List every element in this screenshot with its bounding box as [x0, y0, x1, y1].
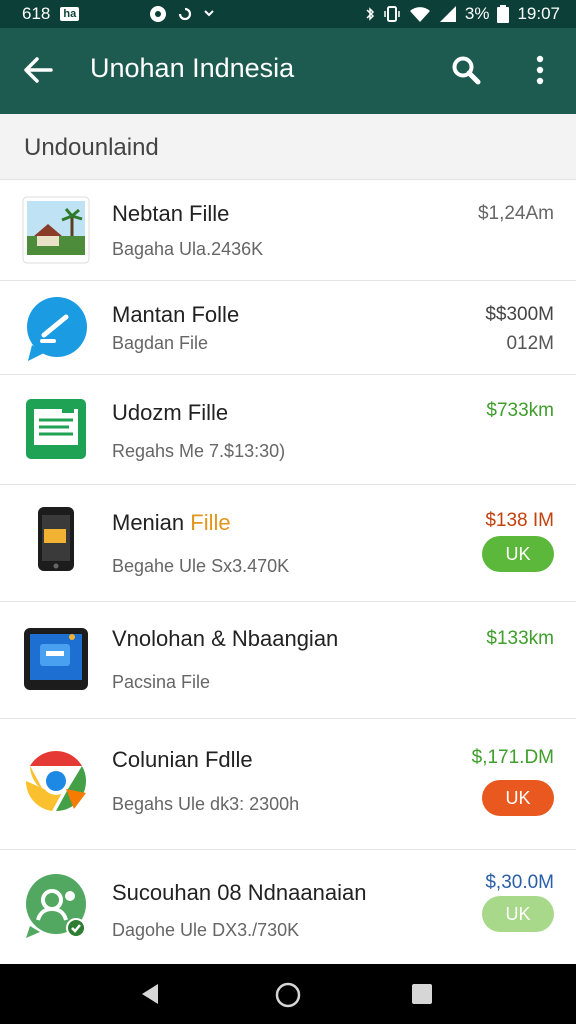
item-subtitle: Dagohe Ule DX3./730K — [112, 920, 300, 940]
item-subtitle: Begahe Ule Sx3.470K — [112, 556, 290, 576]
status-bar: 618 ha 3% 19:07 — [0, 0, 576, 28]
list-item[interactable]: Udozm Fille Regahs Me 7.$13:30) $733km — [0, 375, 576, 485]
item-price: $1,24Am — [477, 203, 554, 224]
tablet-icon — [24, 628, 88, 690]
people-chat-icon — [26, 874, 86, 938]
list-item[interactable]: Sucouhan 08 Ndnaanaian Dagohe Ule DX3./7… — [0, 850, 576, 964]
battery-icon — [497, 5, 510, 23]
item-price: $$300M — [485, 304, 554, 325]
triangle-back-icon — [142, 984, 158, 1004]
clock: 19:07 — [517, 4, 560, 23]
nav-back-button[interactable] — [138, 982, 162, 1011]
signal-icon — [439, 6, 456, 22]
list-item[interactable]: Vnolohan & Nbaangian Pacsina File $133km — [0, 602, 576, 719]
more-vertical-icon — [536, 55, 544, 85]
search-button[interactable] — [446, 50, 486, 90]
section-header: Undounlaind — [0, 114, 576, 180]
item-title: Vnolohan & Nbaangian — [112, 626, 339, 651]
wifi-icon — [409, 7, 430, 22]
battery-percent: 3% — [464, 4, 490, 23]
status-badge: ha — [60, 7, 80, 21]
item-price: $138 IM — [485, 510, 554, 531]
chat-bubble-icon — [27, 297, 87, 361]
nav-recents-button[interactable] — [411, 983, 433, 1010]
status-right: 3% 19:07 — [365, 4, 560, 24]
item-title: Menian Fille — [112, 510, 231, 536]
overflow-menu-button[interactable] — [520, 50, 560, 90]
status-left: 618 ha — [22, 4, 215, 24]
navigation-bar — [0, 964, 576, 1024]
status-pill[interactable]: UK — [482, 780, 554, 816]
item-subtitle: Begahs Ule dk3: 2300h — [112, 794, 300, 814]
sync-icon — [179, 7, 192, 21]
document-icon — [26, 399, 86, 459]
bluetooth-icon — [366, 7, 374, 21]
back-button[interactable] — [18, 50, 58, 90]
item-price: $133km — [486, 628, 554, 649]
item-price: $,30.0M — [485, 872, 554, 893]
search-icon — [452, 56, 481, 85]
list-item[interactable]: Menian Fille Begahe Ule Sx3.470K $138 IM… — [0, 485, 576, 602]
item-title-text: Menian — [112, 510, 191, 535]
list-item[interactable]: Colunian Fdlle Begahs Ule dk3: 2300h $,1… — [0, 719, 576, 850]
item-subtitle: Bagdan File — [112, 333, 209, 353]
status-left-text: 618 — [22, 4, 51, 23]
item-title: Sucouhan 08 Ndnaanaian — [112, 880, 367, 905]
item-subtitle: Regahs Me 7.$13:30) — [112, 441, 286, 461]
item-subtitle: Bagaha Ula.2436K — [112, 239, 264, 259]
item-price: $,171.DM — [471, 747, 554, 768]
list-item[interactable]: Mantan Folle Bagdan File $$300M 012M — [0, 281, 576, 375]
item-subtitle: Pacsina File — [112, 672, 211, 692]
item-title: Nebtan Fille — [112, 201, 230, 226]
download-icon — [204, 10, 214, 17]
page-title: Unohan Indnesia — [90, 53, 295, 83]
item-size: 012M — [506, 333, 554, 354]
phone-icon — [38, 507, 74, 571]
circle-home-icon — [275, 982, 301, 1008]
item-price: $733km — [486, 400, 554, 421]
notification-icon — [150, 6, 167, 22]
item-title: Udozm Fille — [112, 400, 229, 425]
section-title: Undounlaind — [24, 134, 159, 161]
item-title-accent: Fille — [190, 510, 231, 535]
browser-logo-icon — [25, 751, 87, 811]
status-pill[interactable]: UK — [482, 536, 554, 572]
square-recents-icon — [412, 984, 432, 1004]
vibrate-icon — [384, 6, 400, 22]
item-title: Mantan Folle — [112, 302, 240, 327]
status-pill[interactable]: UK — [482, 896, 554, 932]
nav-home-button[interactable] — [274, 981, 302, 1014]
list-item[interactable]: Nebtan Fille Bagaha Ula.2436K $1,24Am — [0, 180, 576, 281]
house-photo-icon — [22, 196, 90, 264]
app-bar: Unohan Indnesia — [0, 28, 576, 114]
arrow-left-icon — [24, 57, 53, 83]
item-title: Colunian Fdlle — [112, 747, 253, 772]
